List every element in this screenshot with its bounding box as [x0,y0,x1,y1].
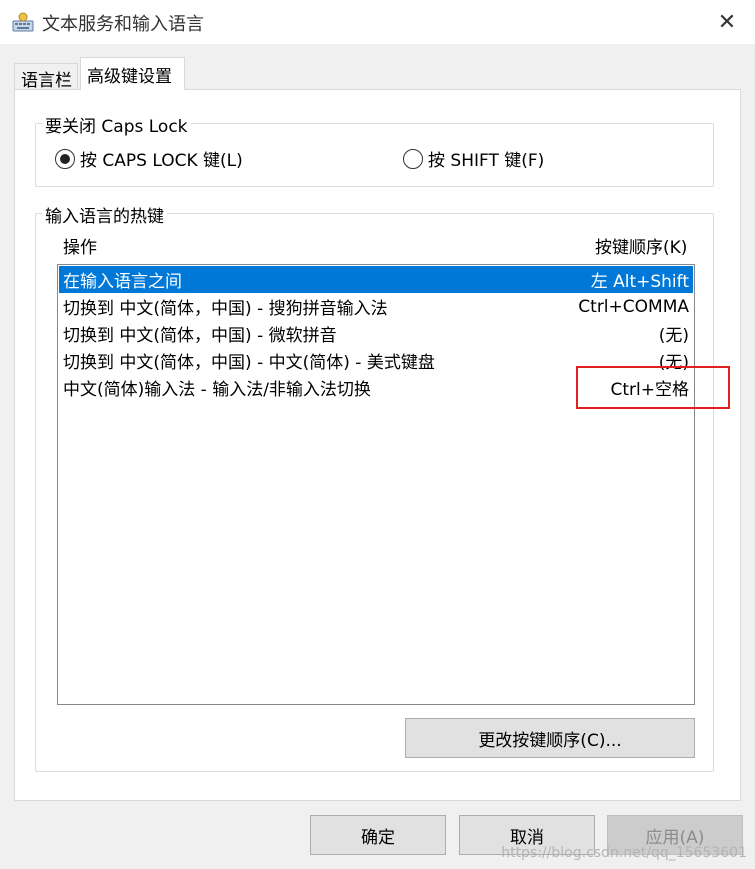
hotkey-list[interactable]: 在输入语言之间 左 Alt+Shift 切换到 中文(简体，中国) - 搜狗拼音… [57,264,695,705]
radio-button-checked[interactable] [55,148,75,169]
radio-shift-key[interactable]: 按 SHIFT 键(F) [403,146,544,171]
keyboard-icon [12,12,34,32]
hotkeys-group-legend: 输入语言的热键 [42,202,167,227]
tab-strip: 语言栏 高级键设置 [14,57,741,91]
radio-caps-lock-key[interactable]: 按 CAPS LOCK 键(L) [55,146,243,171]
list-item[interactable]: 切换到 中文(简体，中国) - 搜狗拼音输入法 Ctrl+COMMA [59,293,693,320]
radio-button-unchecked[interactable] [403,148,423,169]
caps-lock-group-legend: 要关闭 Caps Lock [42,112,191,137]
change-key-sequence-button[interactable]: 更改按键顺序(C)... [405,718,695,758]
column-header-key-sequence: 按键顺序(K) [595,238,688,258]
list-item-action: 中文(简体)输入法 - 输入法/非输入法切换 [63,380,371,400]
column-header-action: 操作 [63,238,97,258]
title-bar: 文本服务和输入语言 ✕ [0,0,755,44]
radio-label: 按 CAPS LOCK 键(L) [80,151,243,171]
list-item[interactable]: 在输入语言之间 左 Alt+Shift [59,266,693,293]
list-item-keys: 左 Alt+Shift [590,272,689,292]
list-item-action: 切换到 中文(简体，中国) - 搜狗拼音输入法 [63,299,388,319]
ok-button[interactable]: 确定 [310,815,446,855]
list-item-keys: (无) [658,326,689,346]
close-icon: ✕ [717,9,737,35]
window-title: 文本服务和输入语言 [42,14,204,35]
tab-language-bar[interactable]: 语言栏 [14,63,78,91]
list-item-keys: Ctrl+COMMA [578,296,689,317]
list-item-action: 切换到 中文(简体，中国) - 中文(简体) - 美式键盘 [63,353,435,373]
watermark: https://blog.csdn.net/qq_15653601 [501,845,747,861]
list-item-action: 切换到 中文(简体，中国) - 微软拼音 [63,326,337,346]
list-item-action: 在输入语言之间 [63,272,182,292]
tab-advanced-key-settings[interactable]: 高级键设置 [80,57,185,90]
radio-label: 按 SHIFT 键(F) [428,151,545,171]
annotation-highlight-box [576,366,730,409]
list-item[interactable]: 切换到 中文(简体，中国) - 微软拼音 (无) [59,320,693,347]
close-button[interactable]: ✕ [699,0,755,44]
